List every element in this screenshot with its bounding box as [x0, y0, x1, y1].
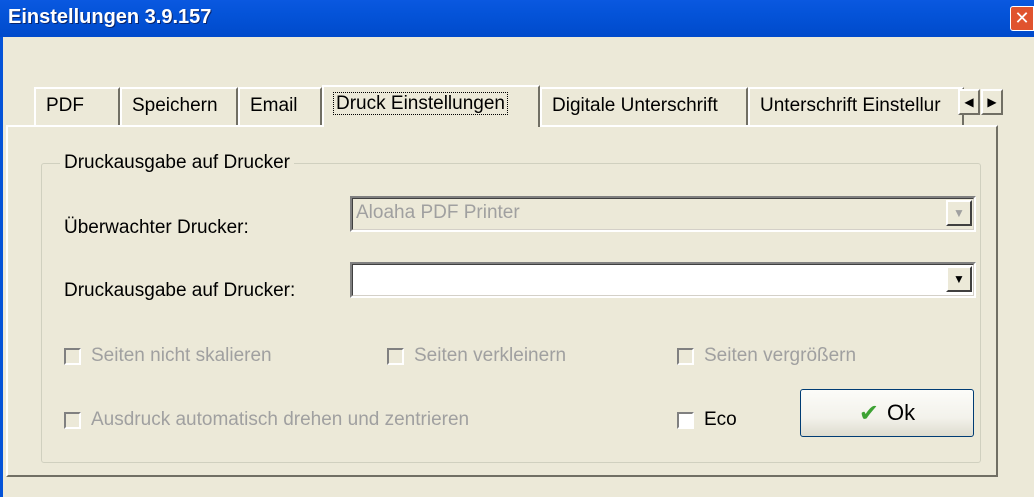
select-value: Aloaha PDF Printer	[356, 202, 520, 223]
ok-button-label: Ok	[886, 400, 916, 425]
chevron-down-icon[interactable]: ▼	[946, 200, 972, 226]
shrink-pages-checkbox[interactable]: Seiten verkleinern	[387, 345, 566, 367]
select-inset	[352, 264, 974, 296]
no-scale-checkbox[interactable]: Seiten nicht skalieren	[64, 345, 272, 367]
enlarge-pages-checkbox[interactable]: Seiten vergrößern	[677, 345, 856, 367]
tab-scroll-right-button[interactable]: ▶	[981, 89, 1003, 115]
checkbox-box[interactable]	[677, 347, 694, 365]
window-border	[0, 37, 3, 497]
checkbox-label: Seiten vergrößern	[704, 345, 857, 366]
title-bar: Einstellungen 3.9.157 ✕	[0, 0, 1034, 37]
tab-druck-einstellungen[interactable]: Druck Einstellungen	[322, 85, 540, 127]
group-title: Druckausgabe auf Drucker	[60, 152, 294, 174]
checkbox-box[interactable]	[387, 347, 404, 365]
checkbox-label: Ausdruck automatisch drehen und zentrier…	[91, 409, 470, 430]
tab-label: PDF	[46, 95, 84, 116]
window-title: Einstellungen 3.9.157	[8, 6, 212, 28]
tab-scroll-left-button[interactable]: ◀	[958, 89, 980, 115]
monitored-printer-label: Überwachter Drucker:	[64, 217, 249, 238]
arrow-left-icon: ◀	[964, 95, 974, 109]
tab-email[interactable]: Email	[238, 87, 322, 125]
tab-label: Unterschrift Einstellur	[760, 95, 941, 116]
close-button[interactable]: ✕	[1010, 6, 1034, 31]
output-printer-label: Druckausgabe auf Drucker:	[64, 280, 296, 301]
tab-digitale-unterschrift[interactable]: Digitale Unterschrift	[540, 87, 748, 125]
monitored-printer-select[interactable]: Aloaha PDF Printer ▼	[350, 196, 976, 232]
tab-label: Druck Einstellungen	[333, 92, 508, 115]
auto-rotate-checkbox[interactable]: Ausdruck automatisch drehen und zentrier…	[64, 409, 469, 431]
checkbox-box[interactable]	[64, 411, 81, 429]
checkbox-label: Eco	[704, 409, 737, 430]
tab-label: Speichern	[132, 95, 218, 116]
tab-speichern[interactable]: Speichern	[120, 87, 238, 125]
tab-label: Digitale Unterschrift	[552, 95, 718, 116]
output-printer-select[interactable]: ▼	[350, 262, 976, 298]
tab-pdf[interactable]: PDF	[34, 87, 120, 125]
check-icon: ✔	[858, 399, 879, 427]
close-icon: ✕	[1014, 8, 1030, 28]
ok-button[interactable]: ✔ Ok	[800, 389, 974, 437]
arrow-right-icon: ▶	[987, 95, 997, 109]
eco-checkbox[interactable]: Eco	[677, 409, 737, 431]
tab-unterschrift-einstellungen[interactable]: Unterschrift Einstellur	[748, 87, 964, 125]
checkbox-label: Seiten nicht skalieren	[91, 345, 272, 366]
checkbox-box[interactable]	[677, 411, 694, 429]
checkbox-box[interactable]	[64, 347, 81, 365]
chevron-down-icon[interactable]: ▼	[946, 266, 972, 292]
checkbox-label: Seiten verkleinern	[414, 345, 567, 366]
tab-label: Email	[250, 95, 298, 116]
